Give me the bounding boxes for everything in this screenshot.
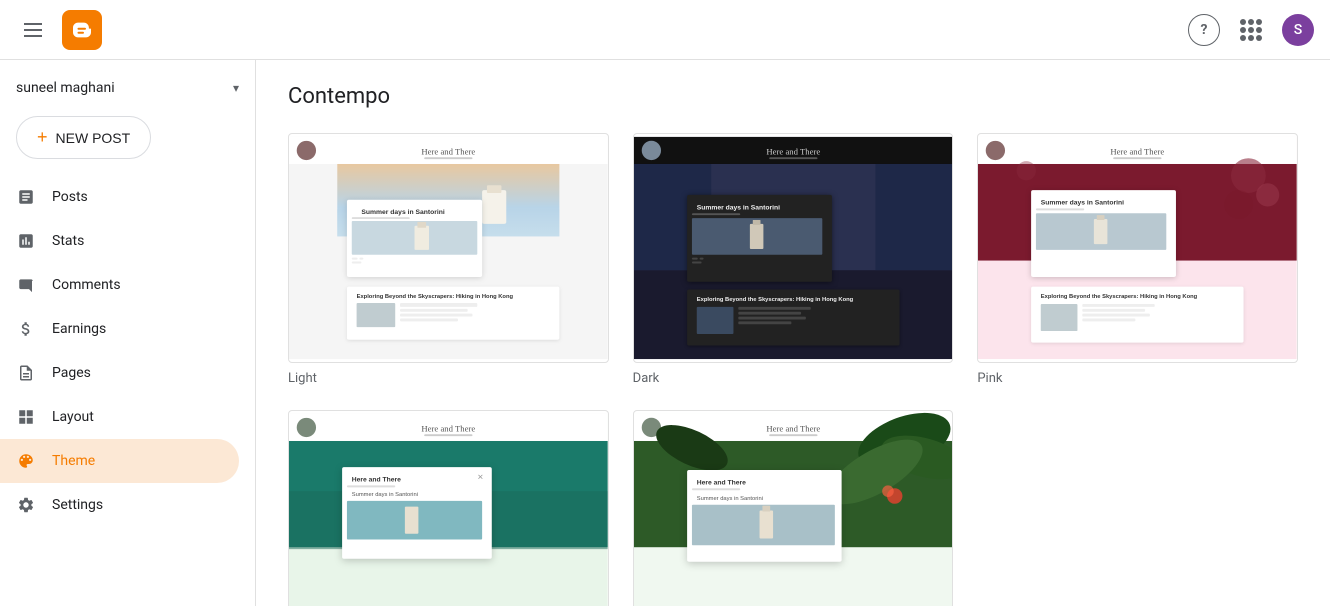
svg-text:Here and There: Here and There	[1111, 146, 1165, 156]
svg-text:Here and There: Here and There	[421, 146, 475, 156]
theme-label: Theme	[52, 453, 95, 469]
theme-grid: Here and There Summer days in Santorini	[288, 133, 1298, 606]
theme-name-dark: Dark	[633, 371, 954, 386]
stats-label: Stats	[52, 233, 84, 249]
settings-icon	[16, 495, 36, 515]
svg-text:Summer days in Santorini: Summer days in Santorini	[1041, 200, 1124, 207]
user-avatar[interactable]: S	[1282, 14, 1314, 46]
apps-grid-icon[interactable]	[1236, 15, 1266, 45]
theme-card-dark[interactable]: Here and There Summer days in Santorini	[633, 133, 954, 386]
theme-icon	[16, 451, 36, 471]
top-nav-right: ? S	[1188, 14, 1314, 46]
main-layout: suneel maghani ▾ + NEW POST Posts Stats	[0, 60, 1330, 606]
settings-label: Settings	[52, 497, 103, 513]
theme-preview-pink: Here and There Summer days in Santorini	[977, 133, 1298, 363]
sidebar-item-theme[interactable]: Theme	[0, 439, 239, 483]
top-navigation: ? S	[0, 0, 1330, 60]
sidebar-item-earnings[interactable]: Earnings	[0, 307, 239, 351]
sidebar-item-stats[interactable]: Stats	[0, 219, 239, 263]
sidebar-item-comments[interactable]: Comments	[0, 263, 239, 307]
svg-text:Exploring Beyond the Skyscrape: Exploring Beyond the Skyscrapers: Hiking…	[1041, 294, 1198, 300]
sidebar-item-settings[interactable]: Settings	[0, 483, 239, 527]
theme-preview-light: Here and There Summer days in Santorini	[288, 133, 609, 363]
hamburger-menu-icon[interactable]	[16, 15, 50, 45]
sidebar: suneel maghani ▾ + NEW POST Posts Stats	[0, 60, 256, 606]
new-post-label: NEW POST	[56, 130, 131, 146]
svg-text:Summer days in Santorini: Summer days in Santorini	[696, 496, 762, 502]
comments-icon	[16, 275, 36, 295]
blog-name: suneel maghani	[16, 80, 115, 96]
top-nav-left	[16, 10, 102, 50]
svg-text:Exploring Beyond the Skyscrape: Exploring Beyond the Skyscrapers: Hiking…	[357, 294, 514, 300]
blog-selector[interactable]: suneel maghani ▾	[0, 68, 255, 108]
earnings-label: Earnings	[52, 321, 106, 337]
sidebar-item-pages[interactable]: Pages	[0, 351, 239, 395]
new-post-button[interactable]: + NEW POST	[16, 116, 151, 159]
theme-card-pink[interactable]: Here and There Summer days in Santorini	[977, 133, 1298, 386]
stats-icon	[16, 231, 36, 251]
blogger-logo	[62, 10, 102, 50]
plus-icon: +	[37, 127, 48, 148]
pages-label: Pages	[52, 365, 91, 381]
posts-icon	[16, 187, 36, 207]
earnings-icon	[16, 319, 36, 339]
layout-label: Layout	[52, 409, 94, 425]
svg-text:Here and There: Here and There	[421, 423, 475, 433]
posts-label: Posts	[52, 189, 88, 205]
svg-text:Exploring Beyond the Skyscrape: Exploring Beyond the Skyscrapers: Hiking…	[696, 297, 853, 303]
help-icon[interactable]: ?	[1188, 14, 1220, 46]
sidebar-item-layout[interactable]: Layout	[0, 395, 239, 439]
theme-preview-dark: Here and There Summer days in Santorini	[633, 133, 954, 363]
svg-text:✕: ✕	[477, 473, 483, 482]
content-area: Contempo	[256, 60, 1330, 606]
svg-text:Here and There: Here and There	[696, 479, 745, 486]
theme-name-light: Light	[288, 371, 609, 386]
svg-text:Here and There: Here and There	[352, 477, 401, 484]
svg-text:Here and There: Here and There	[766, 423, 820, 433]
comments-label: Comments	[52, 277, 121, 293]
sidebar-item-posts[interactable]: Posts	[0, 175, 239, 219]
page-title: Contempo	[288, 84, 1298, 109]
theme-card-light[interactable]: Here and There Summer days in Santorini	[288, 133, 609, 386]
blog-selector-arrow-icon: ▾	[233, 81, 239, 95]
theme-preview-green: Here and There Here and There Summer day…	[288, 410, 609, 606]
pages-icon	[16, 363, 36, 383]
theme-card-green[interactable]: Here and There Here and There Summer day…	[288, 410, 609, 606]
svg-text:Summer days in Santorini: Summer days in Santorini	[696, 204, 779, 211]
svg-text:Summer days in Santorini: Summer days in Santorini	[352, 492, 418, 498]
svg-text:Summer days in Santorini: Summer days in Santorini	[361, 209, 444, 216]
theme-card-tropical[interactable]: Here and There Here	[633, 410, 954, 606]
theme-name-pink: Pink	[977, 371, 1298, 386]
theme-preview-tropical: Here and There Here	[633, 410, 954, 606]
layout-icon	[16, 407, 36, 427]
svg-text:Here and There: Here and There	[766, 146, 820, 156]
